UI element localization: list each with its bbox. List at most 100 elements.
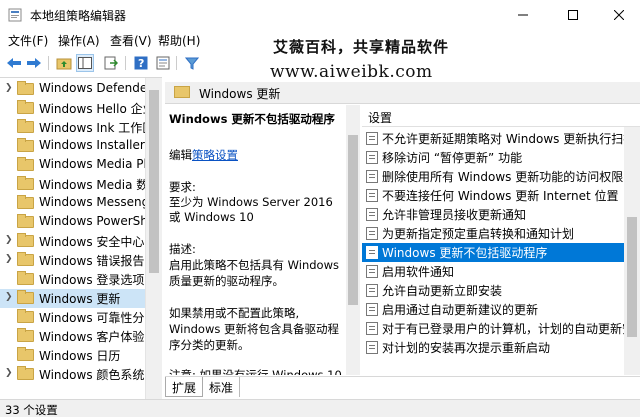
policy-setting-icon (366, 341, 378, 354)
tab-standard[interactable]: 标准 (203, 377, 241, 397)
maximize-button[interactable] (550, 0, 596, 30)
tree-item[interactable]: ❯ Windows 颜色系统 (0, 365, 160, 384)
tree-scrollbar[interactable] (145, 78, 162, 399)
toolbar-separator (176, 56, 177, 70)
setting-label: 为更新指定预定重启转换和通知计划 (382, 227, 575, 241)
list-item[interactable]: 启用软件通知 (362, 262, 632, 281)
tree-item-windows-update[interactable]: ❯ Windows 更新 (0, 289, 160, 308)
tree-item[interactable]: Windows 客户体验 (0, 327, 160, 346)
help-button[interactable]: ? (132, 54, 150, 72)
folder-icon (17, 195, 34, 209)
tree-item[interactable]: Windows PowerShe (0, 213, 160, 232)
folder-icon (17, 233, 34, 247)
expand-arrow-icon[interactable]: ❯ (5, 83, 13, 93)
tree-item[interactable]: Windows Media Pla (0, 156, 160, 175)
tree-item-label: Windows Media 数 (39, 178, 149, 192)
settings-list: 不允许更新延期策略对 Windows 更新执行扫描 移除访问 “暂停更新” 功能… (362, 127, 632, 375)
folder-icon (17, 138, 34, 152)
tree-item[interactable]: ❯ Windows 安全中心 (0, 232, 160, 251)
folder-icon (17, 176, 34, 190)
edit-line: 编辑策略设置 (169, 147, 238, 163)
status-bar: 33 个设置 (0, 399, 640, 417)
tree-item-label: Windows 日历 (39, 349, 121, 363)
filter-button[interactable] (183, 54, 201, 72)
tree-item-label: Windows 客户体验 (39, 330, 145, 344)
policy-setting-icon (366, 284, 378, 297)
settings-scrollbar[interactable] (624, 127, 640, 375)
list-item[interactable]: 为更新指定预定重启转换和通知计划 (362, 224, 632, 243)
tree-item[interactable]: Windows Messeng (0, 194, 160, 213)
menu-file[interactable]: 文件(F) (8, 32, 48, 49)
list-item[interactable]: 删除使用所有 Windows 更新功能的访问权限 (362, 167, 632, 186)
list-item[interactable]: 移除访问 “暂停更新” 功能 (362, 148, 632, 167)
description-pane: Windows 更新不包括驱动程序 编辑策略设置 要求: 至少为 Windows… (165, 105, 346, 375)
details-header-title: Windows 更新 (199, 87, 281, 101)
list-item[interactable]: 启用通过自动更新建议的更新 (362, 300, 632, 319)
expand-arrow-icon[interactable]: ❯ (5, 254, 13, 264)
tree-item[interactable]: ❯ Windows 错误报告 (0, 251, 160, 270)
tree-item[interactable]: ❯ Windows Defender (0, 80, 160, 99)
up-folder-button[interactable] (55, 54, 73, 72)
description-text: 启用此策略不包括具有 Windows (169, 258, 339, 272)
list-item[interactable]: 不允许更新延期策略对 Windows 更新执行扫描 (362, 129, 632, 148)
tree-item-label: Windows 登录选项 (39, 273, 145, 287)
description-scrollbar[interactable] (346, 105, 360, 375)
close-button[interactable] (596, 0, 640, 30)
folder-icon (17, 252, 34, 266)
menu-help[interactable]: 帮助(H) (158, 32, 200, 49)
tab-extended[interactable]: 扩展 (165, 377, 204, 397)
policy-setting-icon (366, 227, 378, 240)
description-text: 质量更新的驱动程序。 (169, 274, 284, 288)
description-text: 如果禁用或不配置此策略, (169, 306, 300, 320)
tree-item[interactable]: Windows Ink 工作区 (0, 118, 160, 137)
list-item[interactable]: 允许非管理员接收更新通知 (362, 205, 632, 224)
folder-up-icon (56, 58, 72, 70)
tree-item-label: Windows Messeng (39, 195, 150, 209)
expand-arrow-icon[interactable]: ❯ (5, 292, 13, 302)
export-list-button[interactable] (102, 54, 120, 72)
tree-item-label: Windows Installer (39, 138, 145, 152)
folder-icon (17, 81, 34, 95)
expand-arrow-icon[interactable]: ❯ (5, 235, 13, 245)
forward-button[interactable] (25, 54, 43, 72)
expand-arrow-icon[interactable]: ❯ (5, 368, 13, 378)
tree-item[interactable]: Windows Hello 企业 (0, 99, 160, 118)
description-scroll-thumb[interactable] (348, 135, 358, 305)
policy-setting-icon (366, 265, 378, 278)
toolbar: ? (0, 52, 640, 74)
menu-view[interactable]: 查看(V) (110, 32, 152, 49)
tree-item[interactable]: Windows 登录选项 (0, 270, 160, 289)
list-item[interactable]: 对计划的安装再次提示重新启动 (362, 338, 632, 357)
list-item[interactable]: 对于有已登录用户的计算机，计划的自动更新安装 (362, 319, 632, 338)
description-text: 注意: 如果没有运行 Windows 10 (169, 368, 342, 375)
edit-policy-link[interactable]: 策略设置 (192, 148, 238, 162)
list-item-selected[interactable]: Windows 更新不包括驱动程序 (362, 243, 632, 262)
policy-editor-icon (8, 8, 22, 22)
list-item[interactable]: 允许自动更新立即安装 (362, 281, 632, 300)
tree-item-label: Windows 错误报告 (39, 254, 145, 268)
description-text: Windows 更新将包含具备驱动程 (169, 322, 339, 336)
description-label: 描述: (169, 242, 196, 256)
tree-item[interactable]: Windows 可靠性分 (0, 308, 160, 327)
properties-button[interactable] (154, 54, 172, 72)
window-title: 本地组策略编辑器 (30, 9, 127, 23)
minimize-button[interactable] (500, 0, 546, 30)
list-item[interactable]: 不要连接任何 Windows 更新 Internet 位置 (362, 186, 632, 205)
settings-column-header[interactable]: 设置 (362, 105, 640, 127)
toolbar-separator (125, 56, 126, 70)
show-tree-button[interactable] (76, 54, 94, 72)
tree-item[interactable]: Windows 日历 (0, 346, 160, 365)
setting-label: 允许自动更新立即安装 (382, 284, 503, 298)
policy-title: Windows 更新不包括驱动程序 (169, 112, 335, 126)
folder-icon (174, 86, 190, 98)
back-button[interactable] (5, 54, 23, 72)
properties-icon (156, 56, 170, 70)
menu-action[interactable]: 操作(A) (58, 32, 100, 49)
tree-item[interactable]: Windows Installer (0, 137, 160, 156)
tree-item[interactable]: Windows Media 数 (0, 175, 160, 194)
settings-scroll-thumb[interactable] (627, 217, 637, 337)
setting-label: 移除访问 “暂停更新” 功能 (382, 151, 523, 165)
tree-scroll-thumb[interactable] (149, 90, 159, 273)
tree-item-label: Windows Media Pla (39, 157, 155, 171)
tree-item-label: Windows 更新 (39, 292, 121, 306)
